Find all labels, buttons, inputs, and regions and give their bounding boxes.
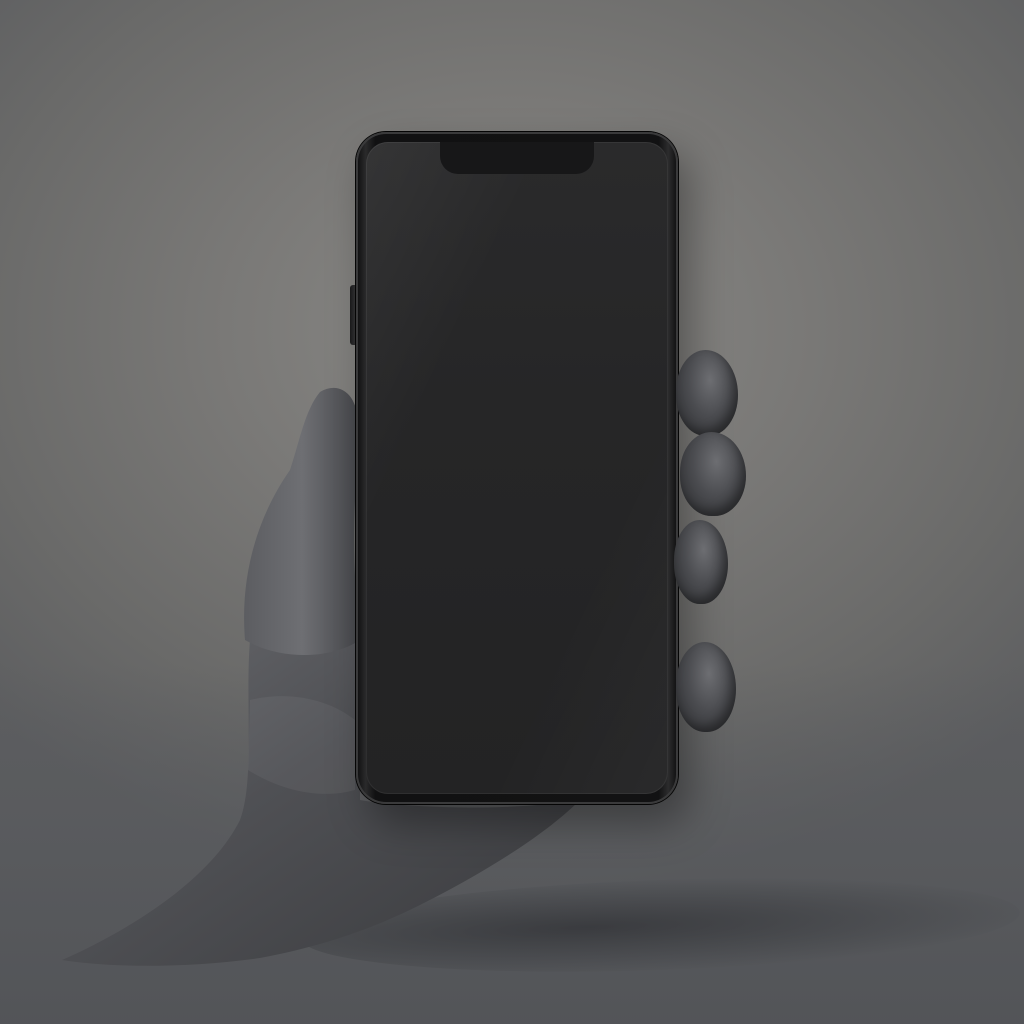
phone-notch (440, 142, 594, 174)
thumb (244, 387, 360, 655)
smartphone-icon (356, 132, 678, 804)
ring-finger (674, 520, 728, 604)
phone-screen (366, 142, 668, 794)
pinky-finger (676, 642, 736, 732)
index-finger (676, 350, 738, 436)
screen-reflection (366, 142, 668, 794)
middle-finger (680, 432, 746, 516)
scene (0, 0, 1024, 1024)
